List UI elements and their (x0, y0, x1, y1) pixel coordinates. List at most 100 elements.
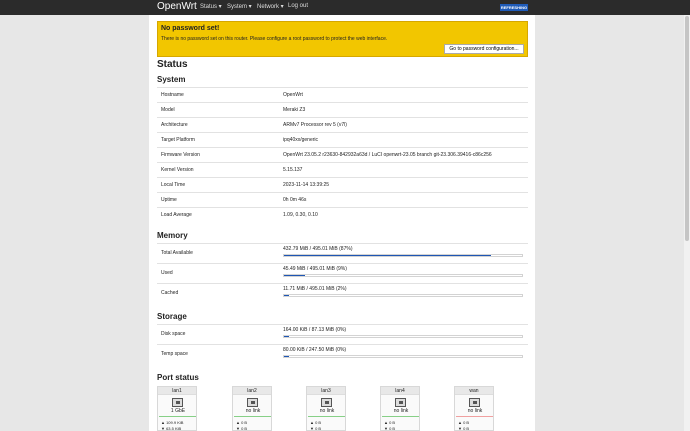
system-value: 2023-11-14 13:39:25 (283, 181, 330, 188)
storage-value: 80.00 KiB / 247.50 MiB (0%) (283, 347, 347, 353)
memory-row: Cached 11.71 MiB / 495.01 MiB (2%) (157, 283, 528, 303)
port-card-lan3[interactable]: lan3 no link ▲ 0 B ▼ 0 B (306, 386, 346, 431)
memory-progress-bar (283, 274, 523, 277)
system-value: OpenWrt (283, 91, 303, 98)
port-card-wan[interactable]: wan no link ▲ 0 B ▼ 0 B (454, 386, 494, 431)
alert-text: There is no password set on this router.… (161, 36, 388, 42)
memory-progress-bar (283, 294, 523, 297)
port-tx: ▼ 0 B (458, 426, 470, 431)
system-value: OpenWrt 23.05.2 r23630-842932a63d / LuCI… (283, 151, 492, 158)
system-value: 1.09, 0.30, 0.10 (283, 211, 318, 218)
system-row: Architecture ARMv7 Processor rev 5 (v7l) (157, 117, 528, 132)
memory-heading: Memory (157, 231, 188, 240)
port-name: lan4 (381, 387, 419, 395)
system-label: Architecture (161, 121, 188, 128)
system-value: 5.15.137 (283, 166, 303, 173)
memory-label: Used (161, 270, 173, 276)
system-label: Firmware Version (161, 151, 200, 158)
top-navigation-bar: OpenWrt Status ▾ System ▾ Network ▾ Log … (0, 0, 690, 15)
memory-value: 11.71 MiB / 495.01 MiB (2%) (283, 286, 347, 292)
system-label: Load Average (161, 211, 192, 218)
storage-row: Temp space 80.00 KiB / 247.50 MiB (0%) (157, 344, 528, 364)
memory-value: 45.49 MiB / 495.01 MiB (9%) (283, 266, 347, 272)
port-link-status: 1 GbE (170, 408, 186, 414)
alert-title: No password set! (161, 25, 220, 32)
brand-logo[interactable]: OpenWrt (157, 1, 197, 12)
system-row: Load Average 1.09, 0.30, 0.10 (157, 207, 528, 222)
refresh-indicator[interactable]: REFRESHING (500, 4, 528, 11)
menu-system[interactable]: System ▾ (227, 3, 252, 10)
memory-row: Used 45.49 MiB / 495.01 MiB (9%) (157, 263, 528, 283)
system-row: Target Platform ipq40xx/generic (157, 132, 528, 147)
system-label: Hostname (161, 91, 184, 98)
port-tx: ▼ 63.5 KiB (161, 426, 182, 431)
port-card-lan1[interactable]: lan1 1 GbE ▲ 109.9 KiB ▼ 63.5 KiB (157, 386, 197, 431)
memory-progress-fill (284, 275, 306, 276)
memory-value: 432.79 MiB / 495.01 MiB (87%) (283, 246, 353, 252)
memory-progress-bar (283, 254, 523, 257)
port-card-lan4[interactable]: lan4 no link ▲ 0 B ▼ 0 B (380, 386, 420, 431)
system-row: Hostname OpenWrt (157, 87, 528, 102)
system-value: ARMv7 Processor rev 5 (v7l) (283, 121, 347, 128)
system-label: Local Time (161, 181, 186, 188)
storage-heading: Storage (157, 312, 187, 321)
menu-network[interactable]: Network ▾ (257, 3, 284, 10)
port-status-grid: lan1 1 GbE ▲ 109.9 KiB ▼ 63.5 KiB lan2 no lin… (157, 386, 528, 431)
port-card-lan2[interactable]: lan2 no link ▲ 0 B ▼ 0 B (232, 386, 272, 431)
ethernet-port-icon (172, 398, 183, 407)
memory-label: Cached (161, 290, 179, 296)
ethernet-port-icon (469, 398, 480, 407)
port-tx: ▼ 0 B (310, 426, 322, 431)
system-row: Local Time 2023-11-14 13:39:25 (157, 177, 528, 192)
port-rx: ▲ 0 B (458, 420, 470, 425)
port-tx: ▼ 0 B (384, 426, 396, 431)
port-rx: ▲ 0 B (384, 420, 396, 425)
port-status-heading: Port status (157, 373, 199, 382)
port-link-status: no link (467, 408, 483, 414)
system-value: ipq40xx/generic (283, 136, 319, 143)
port-link-status: no link (393, 408, 409, 414)
ethernet-port-icon (247, 398, 258, 407)
port-status-line (234, 416, 271, 417)
storage-label: Temp space (161, 351, 188, 357)
system-label: Uptime (161, 196, 177, 203)
system-value: 0h 0m 46s (283, 196, 307, 203)
main-content-panel (149, 15, 535, 431)
system-row: Firmware Version OpenWrt 23.05.2 r23630-8… (157, 147, 528, 162)
system-label: Target Platform (161, 136, 195, 143)
memory-row: Total Available 432.79 MiB / 495.01 MiB (… (157, 243, 528, 263)
system-row: Uptime 0h 0m 46s (157, 192, 528, 207)
password-alert: No password set! There is no password se… (157, 21, 528, 57)
port-status-line (456, 416, 493, 417)
port-link-status: no link (319, 408, 335, 414)
port-rx: ▲ 0 B (310, 420, 322, 425)
system-row: Kernel Version 5.15.137 (157, 162, 528, 177)
password-configuration-button[interactable]: Go to password configuration... (444, 44, 524, 54)
menu-status[interactable]: Status ▾ (200, 3, 222, 10)
storage-value: 164.00 KiB / 87.13 MiB (0%) (283, 327, 347, 333)
memory-progress-fill (284, 255, 492, 256)
ethernet-port-icon (321, 398, 332, 407)
ethernet-port-icon (395, 398, 406, 407)
storage-progress-fill (284, 336, 289, 337)
port-status-line (382, 416, 419, 417)
system-heading: System (157, 75, 186, 84)
menu-logout[interactable]: Log out (288, 3, 308, 9)
port-name: lan2 (233, 387, 271, 395)
scrollbar-thumb[interactable] (685, 16, 689, 241)
port-rx: ▲ 109.9 KiB (161, 420, 184, 425)
port-name: lan3 (307, 387, 345, 395)
system-label: Kernel Version (161, 166, 194, 173)
memory-label: Total Available (161, 250, 193, 256)
memory-progress-fill (284, 295, 289, 296)
port-link-status: no link (245, 408, 261, 414)
port-status-line (308, 416, 345, 417)
storage-progress-fill (284, 356, 289, 357)
port-status-line (159, 416, 196, 417)
system-value: Meraki Z3 (283, 106, 306, 113)
port-name: wan (455, 387, 493, 395)
storage-row: Disk space 164.00 KiB / 87.13 MiB (0%) (157, 324, 528, 344)
storage-progress-bar (283, 335, 523, 338)
system-row: Model Meraki Z3 (157, 102, 528, 117)
port-rx: ▲ 0 B (236, 420, 248, 425)
